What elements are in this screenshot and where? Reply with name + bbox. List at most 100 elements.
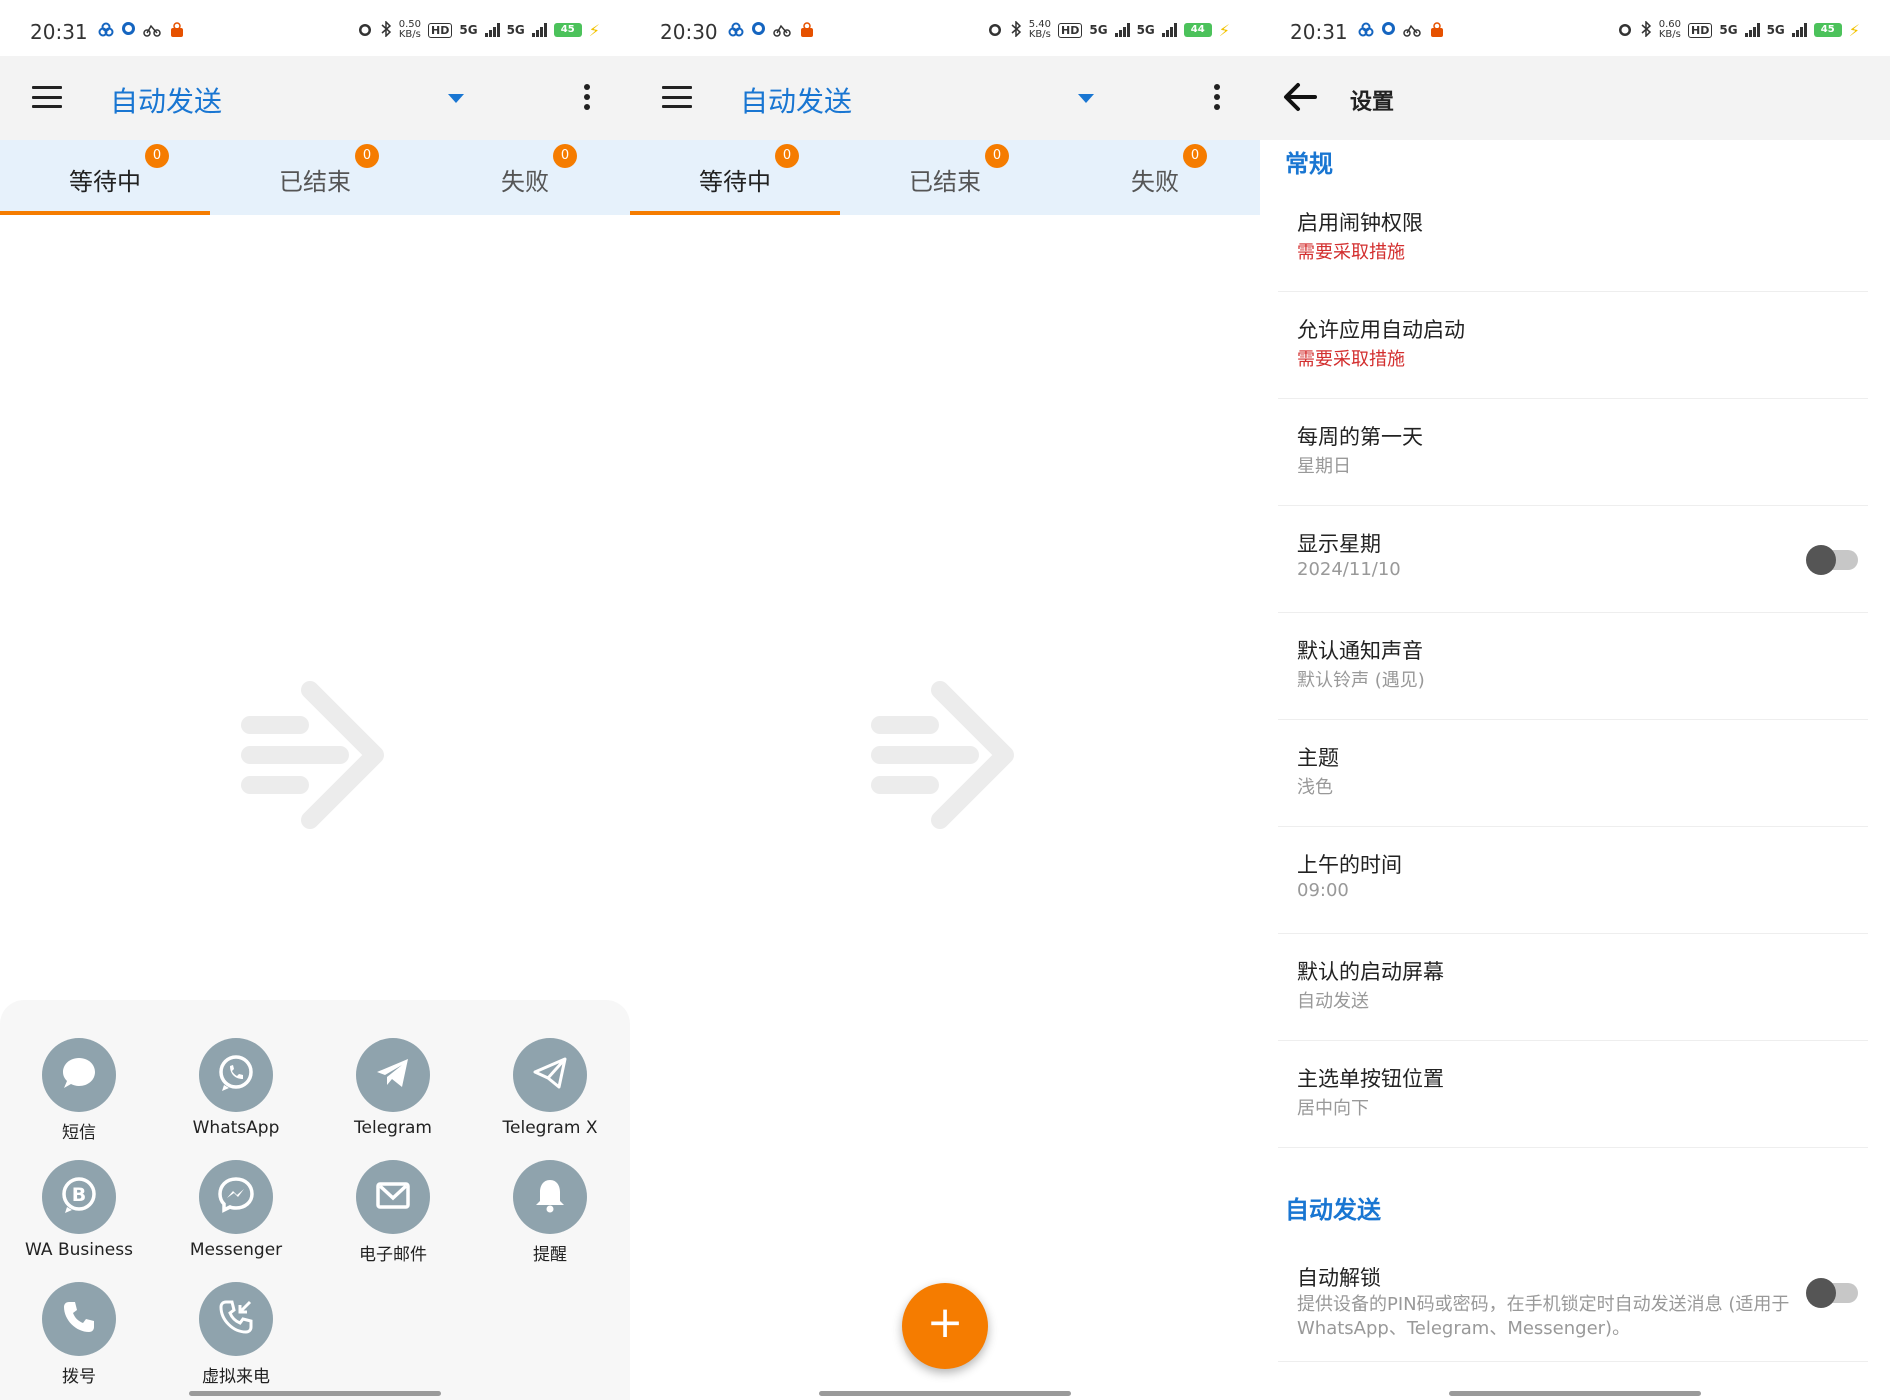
screen-auto-send-with-menu: 20:31 0.50KB/s HD 5G 5G 45 ⚡ 自动发送 等待中0 (0, 0, 630, 1400)
more-options-icon[interactable] (584, 84, 592, 114)
app-notification-icon (1358, 22, 1374, 42)
more-options-icon[interactable] (1214, 84, 1222, 114)
setting-auto-unlock[interactable]: 自动解锁 提供设备的PIN码或密码，在手机锁定时自动发送消息 (适用于Whats… (1278, 1240, 1868, 1362)
tab-failed[interactable]: 失败 0 (1050, 140, 1260, 215)
action-fake-call[interactable]: 虚拟来电 (157, 1282, 315, 1387)
setting-notification-sound[interactable]: 默认通知声音 默认铃声 (遇见) (1278, 613, 1868, 720)
dropdown-caret-icon[interactable] (448, 94, 464, 103)
setting-theme[interactable]: 主题 浅色 (1278, 720, 1868, 827)
back-arrow-icon[interactable] (1282, 82, 1318, 112)
tab-count-badge: 0 (553, 144, 577, 168)
setting-default-start-screen[interactable]: 默认的启动屏幕 自动发送 (1278, 934, 1868, 1041)
setting-subtitle: 自动发送 (1297, 991, 1369, 1012)
tab-completed[interactable]: 已结束 0 (840, 140, 1050, 215)
auto-unlock-toggle[interactable] (1806, 1278, 1858, 1308)
network-speed: 0.50 KB/s (398, 19, 422, 40)
setting-morning-time[interactable]: 上午的时间 09:00 (1278, 827, 1868, 934)
tab-label: 已结束 (909, 168, 981, 196)
bell-icon (530, 1175, 570, 1219)
telegram-x-icon (530, 1053, 570, 1097)
setting-menu-button-position[interactable]: 主选单按钮位置 居中向下 (1278, 1041, 1868, 1148)
network-speed: 0.60 KB/s (1658, 19, 1682, 40)
setting-subtitle: 居中向下 (1297, 1098, 1369, 1119)
hd-icon: HD (1058, 22, 1083, 38)
menu-icon[interactable] (662, 86, 692, 108)
screen-selector-title[interactable]: 自动发送 (740, 80, 852, 120)
tab-label: 失败 (501, 168, 549, 196)
phone-icon (59, 1297, 99, 1341)
charging-icon: ⚡ (588, 20, 600, 40)
action-reminder[interactable]: 提醒 (471, 1160, 629, 1265)
setting-show-weekday[interactable]: 显示星期 2024/11/10 (1278, 506, 1868, 613)
empty-state-send-icon (870, 680, 1020, 840)
screen-selector-title[interactable]: 自动发送 (110, 80, 222, 120)
action-telegram-x[interactable]: Telegram X (471, 1038, 629, 1138)
status-bar: 20:31 0.60 KB/s HD 5G 5G 45 ⚡ (1260, 0, 1890, 56)
telegram-icon (373, 1053, 413, 1097)
setting-subtitle: 2024/11/10 (1297, 559, 1401, 580)
empty-state-send-icon (240, 680, 390, 840)
network-speed: 5.40 KB/s (1028, 19, 1052, 40)
add-button[interactable]: + (902, 1283, 988, 1369)
app-bar: 自动发送 (0, 56, 630, 140)
setting-title: 启用闹钟权限 (1297, 211, 1423, 235)
action-wa-business[interactable]: B WA Business (0, 1160, 158, 1260)
bluetooth-icon (1010, 19, 1022, 40)
signal-5g-icon-2: 5G (1766, 23, 1785, 37)
tab-label: 失败 (1131, 168, 1179, 196)
gesture-home-bar[interactable] (189, 1391, 441, 1396)
signal-5g-icon: 5G (1089, 23, 1108, 37)
alarm-icon (987, 21, 1003, 40)
section-auto-send-header: 自动发送 (1285, 1196, 1381, 1224)
action-telegram[interactable]: Telegram (314, 1038, 472, 1138)
action-email[interactable]: 电子邮件 (314, 1160, 472, 1265)
setting-title: 允许应用自动启动 (1297, 318, 1465, 342)
setting-subtitle: 星期日 (1297, 456, 1351, 477)
setting-title: 默认通知声音 (1297, 639, 1423, 663)
action-dial[interactable]: 拨号 (0, 1282, 158, 1387)
gesture-home-bar[interactable] (1449, 1391, 1701, 1396)
tab-count-badge: 0 (1183, 144, 1207, 168)
tab-pending[interactable]: 等待中 0 (630, 140, 840, 215)
setting-title: 主选单按钮位置 (1297, 1067, 1444, 1091)
screen-auto-send: 20:30 5.40KB/s HD 5G 5G 44 ⚡ 自动发送 等待中0 (630, 0, 1260, 1400)
gesture-home-bar[interactable] (819, 1391, 1071, 1396)
setting-subtitle: 需要采取措施 (1297, 349, 1405, 370)
tab-label: 等待中 (69, 168, 141, 196)
action-whatsapp[interactable]: WhatsApp (157, 1038, 315, 1138)
tab-count-badge: 0 (775, 144, 799, 168)
alarm-icon (357, 21, 373, 40)
app-notification-icon (728, 22, 744, 42)
circle-notification-icon (1382, 22, 1395, 35)
menu-icon[interactable] (32, 86, 62, 108)
tab-count-badge: 0 (985, 144, 1009, 168)
hd-icon: HD (1688, 22, 1713, 38)
status-tabs: 等待中 0 已结束 0 失败 0 (630, 140, 1260, 215)
setting-first-day-of-week[interactable]: 每周的第一天 星期日 (1278, 399, 1868, 506)
app-notification-icon (98, 22, 114, 42)
email-icon (373, 1175, 413, 1219)
setting-title: 显示星期 (1297, 532, 1381, 556)
signal-bars-icon-2 (531, 23, 547, 37)
tab-pending[interactable]: 等待中 0 (0, 140, 210, 215)
circle-notification-icon (122, 22, 135, 35)
setting-auto-start[interactable]: 允许应用自动启动 需要采取措施 (1278, 292, 1868, 399)
tab-failed[interactable]: 失败 0 (420, 140, 630, 215)
signal-5g-icon-2: 5G (506, 23, 525, 37)
setting-alarm-permission[interactable]: 启用闹钟权限 需要采取措施 (1278, 185, 1868, 292)
setting-subtitle: 需要采取措施 (1297, 242, 1405, 263)
status-bar: 20:31 0.50 KB/s HD 5G 5G 45 ⚡ (0, 0, 630, 56)
tab-completed[interactable]: 已结束 0 (210, 140, 420, 215)
setting-title: 上午的时间 (1297, 853, 1402, 877)
show-weekday-toggle[interactable] (1806, 545, 1858, 575)
signal-bars-icon (1744, 23, 1760, 37)
charging-icon: ⚡ (1218, 20, 1230, 40)
setting-subtitle: 提供设备的PIN码或密码，在手机锁定时自动发送消息 (适用于WhatsApp、T… (1297, 1294, 1790, 1339)
action-messenger[interactable]: Messenger (157, 1160, 315, 1260)
action-sms[interactable]: 短信 (0, 1038, 158, 1143)
shopping-bag-icon (799, 22, 815, 42)
bluetooth-icon (1640, 19, 1652, 40)
dropdown-caret-icon[interactable] (1078, 94, 1094, 103)
bike-icon (1403, 22, 1421, 42)
incoming-call-icon (216, 1297, 256, 1341)
